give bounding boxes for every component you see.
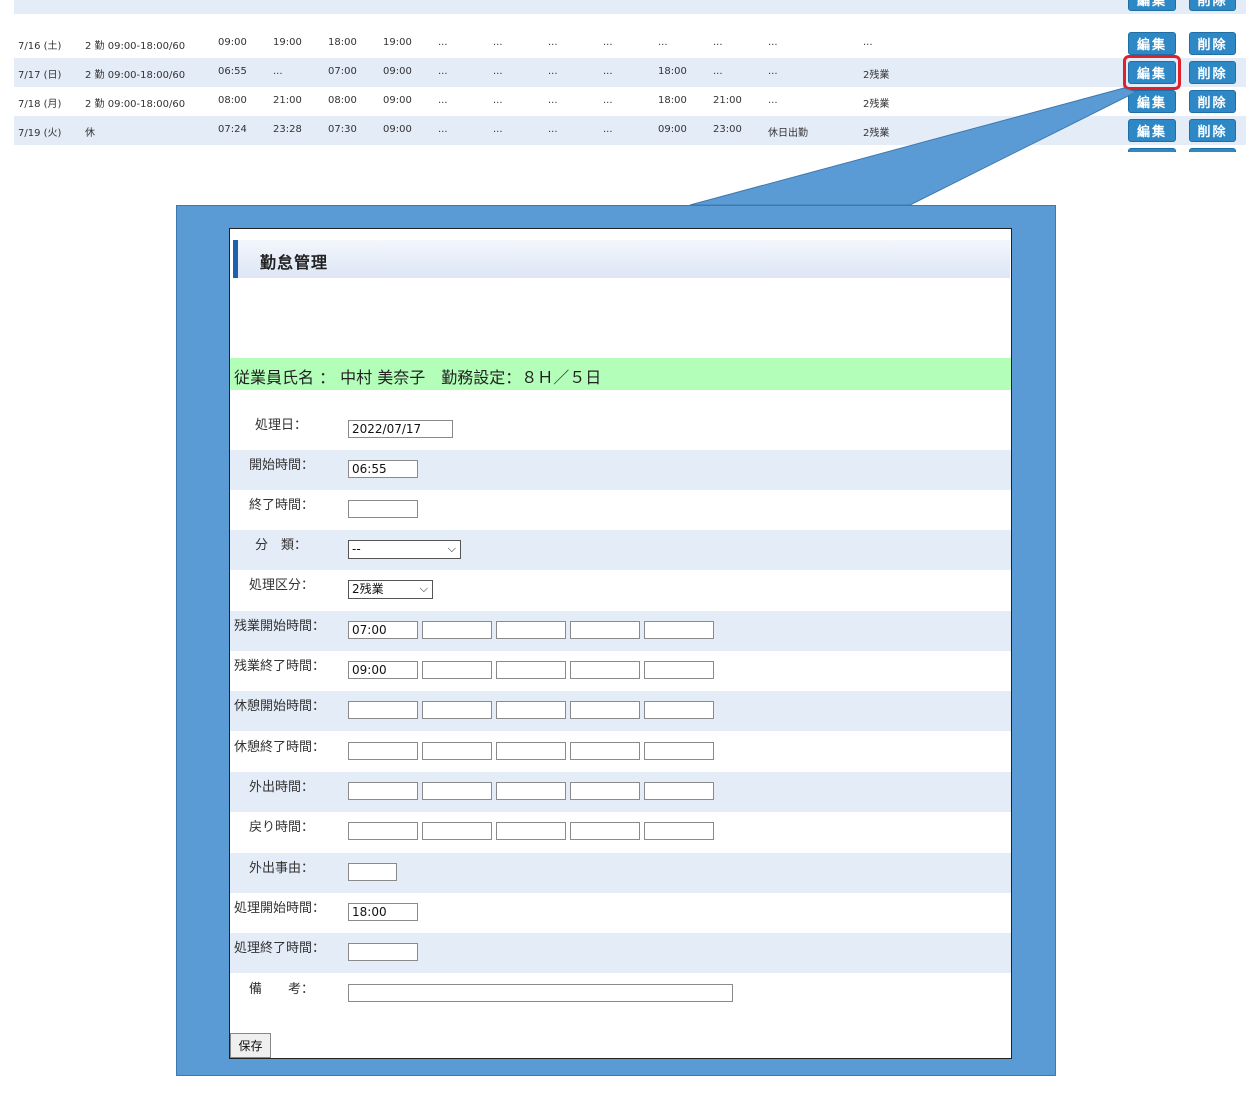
row-process-type: 処理区分： 2残業 ⌵ <box>230 570 1011 610</box>
break-start-input-2[interactable] <box>422 701 492 719</box>
overtime-end-input-5[interactable] <box>644 661 714 679</box>
break-end-input-4[interactable] <box>570 742 640 760</box>
overtime-end-input-4[interactable] <box>570 661 640 679</box>
process-type-selected: 2残業 <box>352 582 384 596</box>
row-category: 分 類： -- ⌵ <box>230 530 1011 570</box>
break-start-label: 休憩開始時間： <box>234 699 326 714</box>
overtime-end-input-3[interactable] <box>496 661 566 679</box>
row-out-reason: 外出事由： <box>230 853 1011 893</box>
row-end-time: 終了時間： <box>230 490 1011 530</box>
overtime-start-input-5[interactable] <box>644 621 714 639</box>
return-time-input-4[interactable] <box>570 822 640 840</box>
out-time-input-5[interactable] <box>644 782 714 800</box>
break-start-input-4[interactable] <box>570 701 640 719</box>
end-time-input[interactable] <box>348 500 418 518</box>
row-out-time: 外出時間： <box>230 772 1011 812</box>
out-time-input-3[interactable] <box>496 782 566 800</box>
overtime-start-input-4[interactable] <box>570 621 640 639</box>
row-break-end: 休憩終了時間： <box>230 732 1011 772</box>
employee-info: 従業員氏名 ： 中村 美奈子 勤務設定：８Ｈ／５日 <box>234 368 602 387</box>
break-end-label: 休憩終了時間： <box>234 740 326 755</box>
overtime-end-input-2[interactable] <box>422 661 492 679</box>
overtime-start-label: 残業開始時間： <box>234 619 326 634</box>
out-reason-input[interactable] <box>348 863 397 881</box>
start-time-label: 開始時間： <box>249 458 315 473</box>
break-start-input-1[interactable] <box>348 701 418 719</box>
process-end-input[interactable] <box>348 943 418 961</box>
return-time-input-2[interactable] <box>422 822 492 840</box>
category-selected: -- <box>352 542 361 556</box>
break-end-input-5[interactable] <box>644 742 714 760</box>
return-time-input-1[interactable] <box>348 822 418 840</box>
dialog-header: 勤怠管理 <box>233 240 1010 278</box>
process-start-input[interactable]: 18:00 <box>348 903 418 921</box>
row-overtime-start: 残業開始時間： 07:00 <box>230 611 1011 651</box>
overtime-end-input-1[interactable]: 09:00 <box>348 661 418 679</box>
overtime-end-label: 残業終了時間： <box>234 659 326 674</box>
row-start-time: 開始時間： 06:55 <box>230 450 1011 490</box>
category-label: 分 類： <box>255 538 308 553</box>
out-time-input-2[interactable] <box>422 782 492 800</box>
overtime-start-input-2[interactable] <box>422 621 492 639</box>
break-start-input-3[interactable] <box>496 701 566 719</box>
out-time-input-1[interactable] <box>348 782 418 800</box>
break-end-input-3[interactable] <box>496 742 566 760</box>
save-button[interactable]: 保存 <box>230 1033 271 1058</box>
attendance-edit-dialog: 勤怠管理 従業員氏名 ： 中村 美奈子 勤務設定：８Ｈ／５日 処理日： 2022… <box>229 228 1012 1059</box>
break-end-input-1[interactable] <box>348 742 418 760</box>
overtime-start-input-3[interactable] <box>496 621 566 639</box>
employee-info-bar: 従業員氏名 ： 中村 美奈子 勤務設定：８Ｈ／５日 <box>230 358 1011 390</box>
process-type-select[interactable]: 2残業 ⌵ <box>348 580 433 599</box>
row-return-time: 戻り時間： <box>230 812 1011 852</box>
note-input[interactable] <box>348 984 733 1002</box>
category-select[interactable]: -- ⌵ <box>348 540 461 559</box>
chevron-down-icon: ⌵ <box>419 582 428 595</box>
row-date: 処理日： 2022/07/17 <box>230 410 1011 450</box>
break-end-input-2[interactable] <box>422 742 492 760</box>
process-type-label: 処理区分： <box>249 578 315 593</box>
date-input[interactable]: 2022/07/17 <box>348 420 453 438</box>
row-overtime-end: 残業終了時間： 09:00 <box>230 651 1011 691</box>
out-reason-label: 外出事由： <box>249 861 315 876</box>
row-note: 備 考： <box>230 974 1011 1014</box>
out-time-input-4[interactable] <box>570 782 640 800</box>
out-time-label: 外出時間： <box>249 780 315 795</box>
return-time-input-5[interactable] <box>644 822 714 840</box>
dialog-title: 勤怠管理 <box>260 253 329 272</box>
row-process-start: 処理開始時間： 18:00 <box>230 893 1011 933</box>
row-break-start: 休憩開始時間： <box>230 691 1011 731</box>
overtime-start-input-1[interactable]: 07:00 <box>348 621 418 639</box>
end-time-label: 終了時間： <box>249 498 315 513</box>
row-process-end: 処理終了時間： <box>230 933 1011 973</box>
return-time-input-3[interactable] <box>496 822 566 840</box>
chevron-down-icon: ⌵ <box>447 542 456 555</box>
date-label: 処理日： <box>255 418 308 433</box>
start-time-input[interactable]: 06:55 <box>348 460 418 478</box>
note-label: 備 考： <box>249 982 315 997</box>
return-time-label: 戻り時間： <box>249 820 315 835</box>
process-end-label: 処理終了時間： <box>234 941 326 956</box>
break-start-input-5[interactable] <box>644 701 714 719</box>
process-start-label: 処理開始時間： <box>234 901 326 916</box>
